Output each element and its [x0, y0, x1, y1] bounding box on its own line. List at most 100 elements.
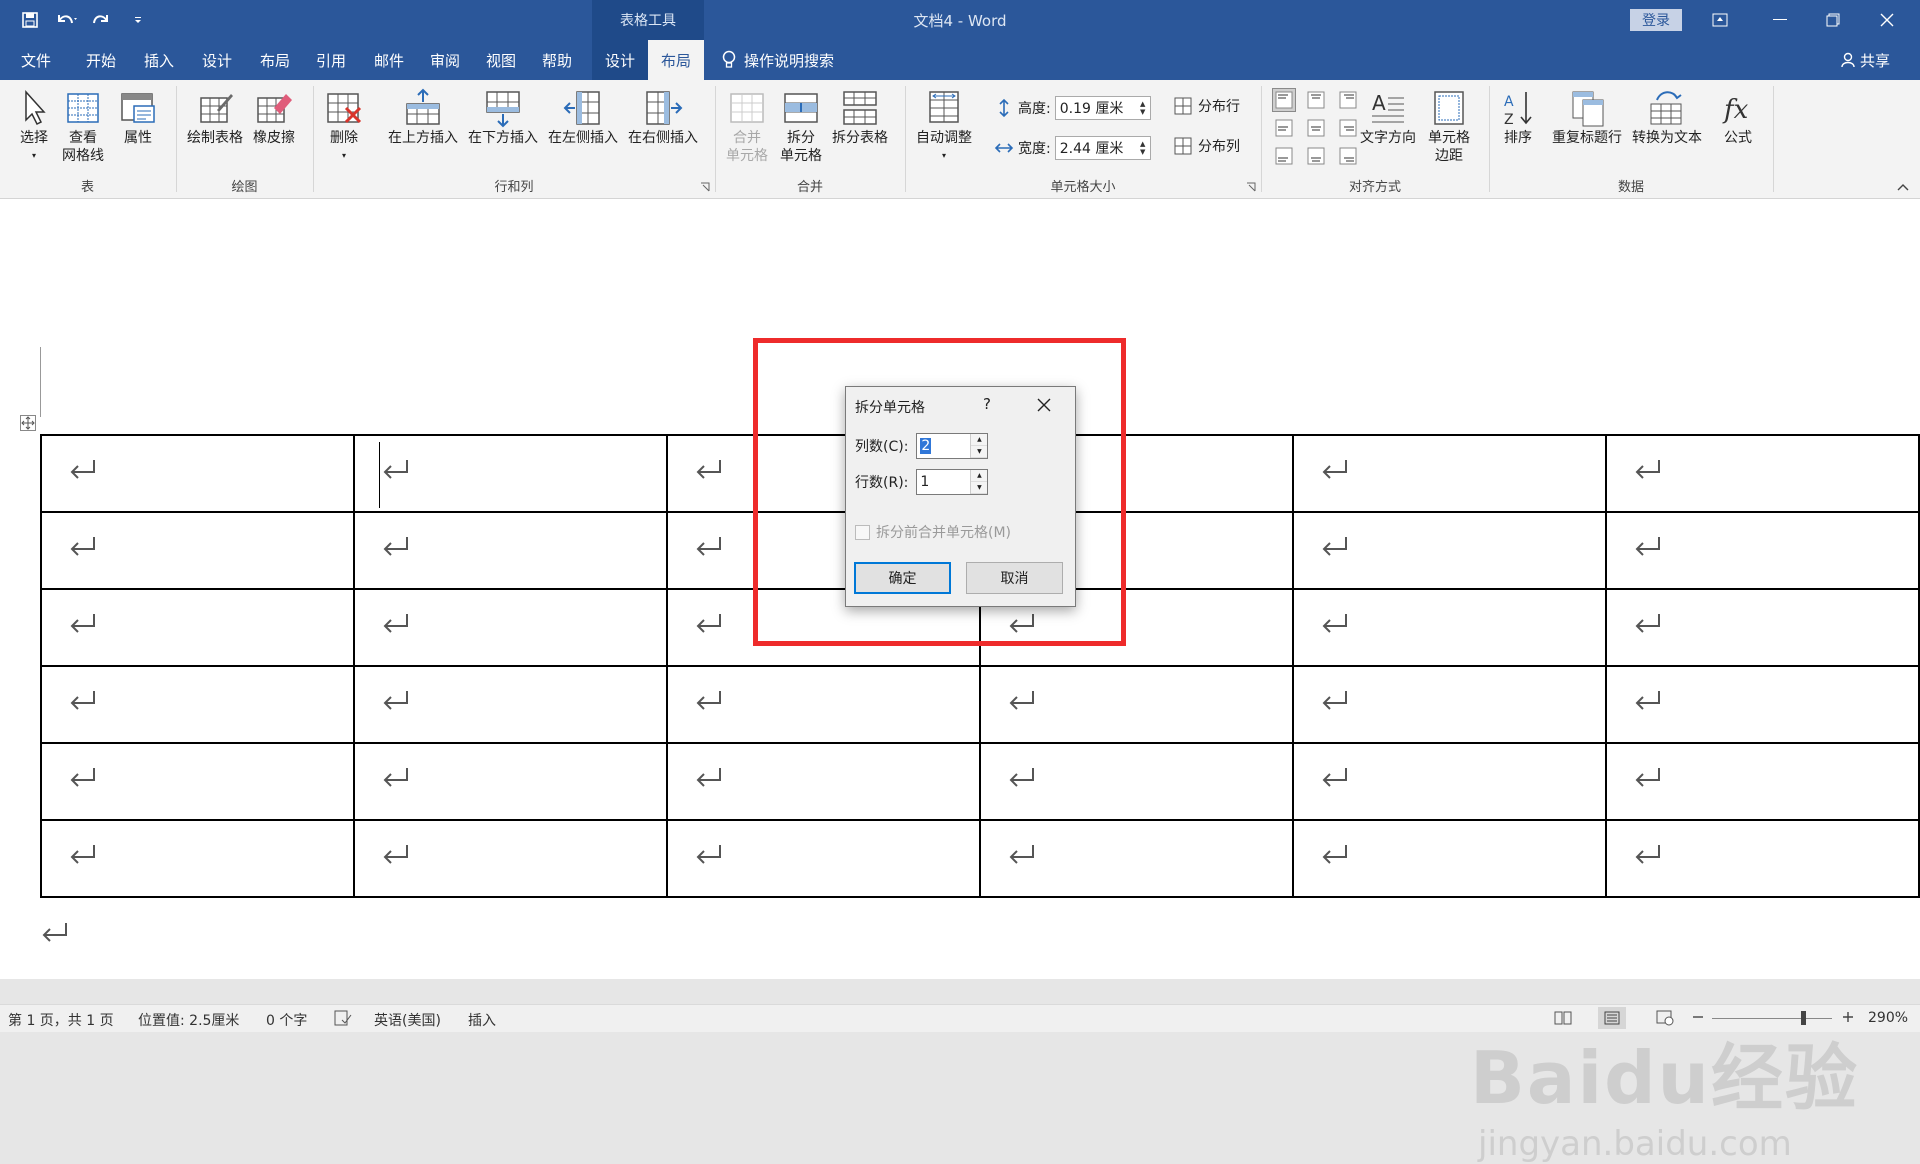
zoom-level[interactable]: 290%: [1868, 1010, 1908, 1026]
draw-table-button[interactable]: 绘制表格: [187, 88, 243, 147]
page-indicator[interactable]: 第 1 页，共 1 页: [8, 1010, 114, 1030]
language-indicator[interactable]: 英语(美国): [374, 1010, 441, 1030]
table-cell[interactable]: [1605, 588, 1920, 667]
tab-review[interactable]: 审阅: [420, 40, 470, 80]
eraser-button[interactable]: 橡皮擦: [253, 88, 295, 147]
table-cell[interactable]: [1292, 511, 1607, 590]
print-layout-icon[interactable]: [1598, 1007, 1626, 1029]
table-cell[interactable]: [353, 511, 668, 590]
table-cell[interactable]: [1605, 742, 1920, 821]
table-cell[interactable]: [40, 511, 355, 590]
cancel-button[interactable]: 取消: [966, 562, 1063, 594]
tab-mailings[interactable]: 邮件: [364, 40, 414, 80]
table-cell[interactable]: [1292, 434, 1607, 513]
ok-button[interactable]: 确定: [854, 562, 951, 594]
split-cells-button[interactable]: 拆分 单元格: [780, 88, 822, 165]
table-cell[interactable]: [979, 742, 1294, 821]
table-cell[interactable]: [40, 434, 355, 513]
table-cell[interactable]: [979, 665, 1294, 744]
column-width-input[interactable]: 2.44 厘米 ▲ ▼: [1054, 136, 1151, 160]
table-cell[interactable]: [40, 742, 355, 821]
tab-table-design[interactable]: 设计: [592, 40, 648, 80]
restore-icon[interactable]: [1810, 4, 1856, 36]
align-bottom-left-icon[interactable]: [1272, 144, 1296, 168]
dialog-launcher-icon[interactable]: [1246, 182, 1256, 192]
table-cell[interactable]: [1292, 819, 1607, 898]
cell-margins-button[interactable]: 单元格 边距: [1428, 88, 1470, 165]
align-middle-left-icon[interactable]: [1272, 116, 1296, 140]
convert-to-text-button[interactable]: 转换为文本: [1632, 88, 1702, 147]
minimize-icon[interactable]: [1757, 4, 1803, 36]
spinner-icon[interactable]: ▲ ▼: [1136, 97, 1150, 119]
align-bottom-right-icon[interactable]: [1336, 144, 1360, 168]
tab-layout[interactable]: 布局: [250, 40, 300, 80]
read-mode-icon[interactable]: [1554, 1010, 1572, 1026]
insert-mode-indicator[interactable]: 插入: [468, 1010, 496, 1030]
tab-design[interactable]: 设计: [192, 40, 242, 80]
table-cell[interactable]: [353, 819, 668, 898]
align-top-center-icon[interactable]: [1304, 88, 1328, 112]
table-cell[interactable]: [40, 665, 355, 744]
text-direction-button[interactable]: A 文字方向: [1360, 88, 1416, 147]
close-icon[interactable]: [1036, 397, 1052, 413]
tab-home[interactable]: 开始: [76, 40, 126, 80]
columns-spinner[interactable]: ▲ ▼: [970, 434, 988, 458]
table-properties-button[interactable]: 属性: [118, 88, 158, 147]
align-middle-center-icon[interactable]: [1304, 116, 1328, 140]
insert-below-button[interactable]: 在下方插入: [468, 88, 538, 147]
table-cell[interactable]: [1605, 819, 1920, 898]
table-cell[interactable]: [979, 819, 1294, 898]
distribute-columns-button[interactable]: 分布列: [1174, 136, 1240, 156]
row-height-input[interactable]: 0.19 厘米 ▲ ▼: [1054, 96, 1151, 120]
insert-above-button[interactable]: 在上方插入: [388, 88, 458, 147]
table-cell[interactable]: [1605, 511, 1920, 590]
autofit-button[interactable]: 自动调整 ▾: [916, 88, 972, 165]
rows-spinner[interactable]: ▲ ▼: [970, 470, 988, 494]
tab-view[interactable]: 视图: [476, 40, 526, 80]
view-gridlines-button[interactable]: 查看 网格线: [62, 88, 104, 165]
select-button[interactable]: 选择 ▾: [14, 88, 54, 165]
table-cell[interactable]: [666, 819, 981, 898]
table-cell[interactable]: [1292, 742, 1607, 821]
web-layout-icon[interactable]: [1656, 1010, 1674, 1026]
rows-input[interactable]: 1 ▲ ▼: [916, 469, 989, 495]
dialog-launcher-icon[interactable]: [700, 182, 710, 192]
table-move-handle-icon[interactable]: [20, 415, 36, 431]
tell-me-search[interactable]: 操作说明搜索: [722, 40, 834, 80]
distribute-rows-button[interactable]: 分布行: [1174, 96, 1240, 116]
close-window-icon[interactable]: [1864, 4, 1910, 36]
align-top-right-icon[interactable]: [1336, 88, 1360, 112]
share-button[interactable]: 共享: [1840, 40, 1890, 80]
align-top-left-icon[interactable]: [1272, 88, 1296, 112]
tab-references[interactable]: 引用: [306, 40, 356, 80]
zoom-out-icon[interactable]: [1692, 1010, 1704, 1024]
login-button[interactable]: 登录: [1630, 9, 1682, 31]
split-table-button[interactable]: 拆分表格: [832, 88, 888, 147]
zoom-in-icon[interactable]: [1842, 1010, 1854, 1024]
ribbon-display-options-icon[interactable]: [1697, 4, 1743, 36]
table-cell[interactable]: [40, 588, 355, 667]
table-cell[interactable]: [353, 665, 668, 744]
sort-button[interactable]: AZ 排序: [1498, 88, 1538, 147]
collapse-ribbon-icon[interactable]: [1896, 182, 1910, 192]
table-cell[interactable]: [1605, 665, 1920, 744]
insert-right-button[interactable]: 在右侧插入: [628, 88, 698, 147]
tab-table-layout[interactable]: 布局: [648, 40, 704, 80]
spinner-icon[interactable]: ▲ ▼: [1136, 137, 1150, 159]
columns-input[interactable]: 2 ▲ ▼: [916, 433, 989, 459]
checkbox-box[interactable]: [855, 524, 870, 540]
table-cell[interactable]: [1605, 434, 1920, 513]
table-cell[interactable]: [666, 742, 981, 821]
zoom-slider-thumb[interactable]: [1801, 1011, 1806, 1025]
merge-before-split-checkbox[interactable]: 拆分前合并单元格(M): [855, 522, 1011, 542]
table-cell[interactable]: [1292, 588, 1607, 667]
table-cell[interactable]: [353, 588, 668, 667]
table-cell[interactable]: [1292, 665, 1607, 744]
delete-button[interactable]: 删除 ▾: [324, 88, 364, 165]
tab-insert[interactable]: 插入: [134, 40, 184, 80]
help-button[interactable]: ?: [983, 395, 991, 413]
table-cell[interactable]: [353, 434, 668, 513]
tab-help[interactable]: 帮助: [532, 40, 582, 80]
position-indicator[interactable]: 位置值: 2.5厘米: [138, 1010, 239, 1030]
table-cell[interactable]: [666, 665, 981, 744]
